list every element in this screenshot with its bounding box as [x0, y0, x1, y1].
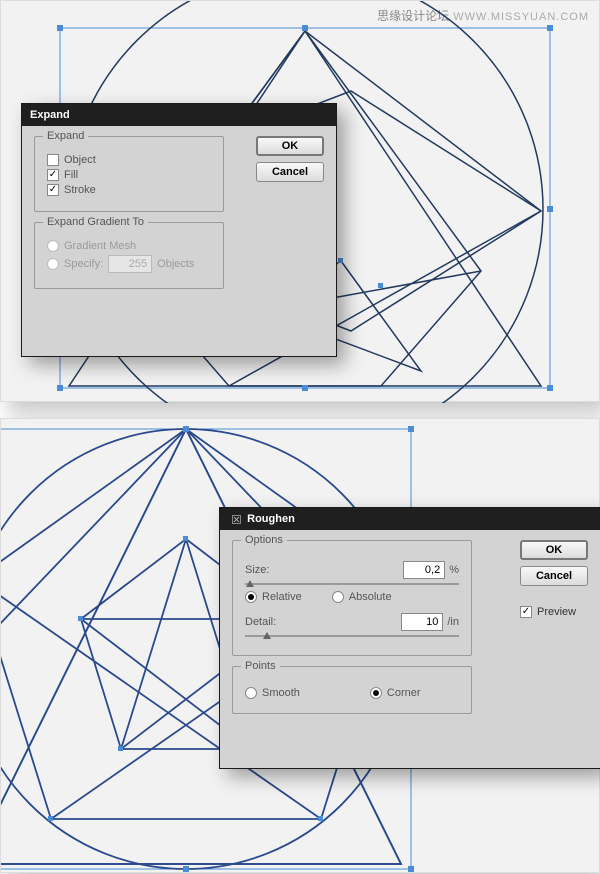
fill-checkbox[interactable]	[47, 169, 59, 181]
preview-label: Preview	[537, 606, 576, 618]
specify-row: Specify: Objects	[47, 255, 211, 273]
gradient-mesh-label: Gradient Mesh	[64, 240, 136, 252]
watermark: 思缘设计论坛 WWW.MISSYUAN.COM	[377, 7, 589, 24]
object-label: Object	[64, 154, 96, 166]
detail-label: Detail:	[245, 616, 276, 628]
corner-radio[interactable]	[370, 687, 382, 699]
specify-radio	[47, 258, 59, 270]
detail-unit: /in	[447, 616, 459, 628]
absolute-option[interactable]: Absolute	[332, 591, 392, 603]
detail-input[interactable]	[401, 613, 443, 631]
relative-option[interactable]: Relative	[245, 591, 302, 603]
gradient-mesh-radio	[47, 240, 59, 252]
smooth-radio[interactable]	[245, 687, 257, 699]
expand-gradient-legend: Expand Gradient To	[43, 216, 148, 228]
absolute-radio[interactable]	[332, 591, 344, 603]
object-row[interactable]: Object	[47, 154, 211, 166]
points-legend: Points	[241, 660, 280, 672]
roughen-title-bar[interactable]: Roughen	[220, 508, 600, 530]
size-label: Size:	[245, 564, 269, 576]
stroke-row[interactable]: Stroke	[47, 184, 211, 196]
fill-label: Fill	[64, 169, 78, 181]
expand-title-bar[interactable]: Expand	[22, 104, 336, 126]
stroke-label: Stroke	[64, 184, 96, 196]
absolute-label: Absolute	[349, 591, 392, 603]
expand-group: Expand Object Fill Stroke	[34, 136, 224, 212]
specify-unit: Objects	[157, 258, 194, 270]
watermark-cn: 思缘设计论坛	[377, 9, 449, 23]
expand-title: Expand	[30, 109, 70, 121]
options-group: Options Size: %	[232, 540, 472, 656]
size-input[interactable]	[403, 561, 445, 579]
size-slider[interactable]	[245, 583, 459, 585]
fill-row[interactable]: Fill	[47, 169, 211, 181]
preview-checkbox[interactable]	[520, 606, 532, 618]
expand-group-legend: Expand	[43, 130, 88, 142]
options-legend: Options	[241, 534, 287, 546]
gradient-mesh-row: Gradient Mesh	[47, 240, 211, 252]
watermark-en: WWW.MISSYUAN.COM	[453, 11, 589, 23]
expand-gradient-group: Expand Gradient To Gradient Mesh Specify…	[34, 222, 224, 289]
corner-label: Corner	[387, 687, 421, 699]
size-unit: %	[449, 564, 459, 576]
size-row: Size: %	[245, 561, 459, 585]
preview-row[interactable]: Preview	[520, 606, 588, 618]
roughen-ok-button[interactable]: OK	[520, 540, 588, 560]
points-group: Points Smooth Corner	[232, 666, 472, 714]
object-checkbox[interactable]	[47, 154, 59, 166]
expand-ok-button[interactable]: OK	[256, 136, 324, 156]
corner-option[interactable]: Corner	[370, 687, 421, 699]
smooth-option[interactable]: Smooth	[245, 687, 300, 699]
specify-input	[108, 255, 152, 273]
expand-dialog: Expand Expand Object Fill Stroke	[21, 103, 337, 357]
specify-label: Specify:	[64, 258, 103, 270]
roughen-cancel-button[interactable]: Cancel	[520, 566, 588, 586]
roughen-dialog: Roughen Options Size: %	[219, 507, 600, 769]
top-panel: 思缘设计论坛 WWW.MISSYUAN.COM Expand Expand	[0, 0, 600, 402]
bottom-panel: Roughen Options Size: %	[0, 418, 600, 873]
roughen-title: Roughen	[247, 513, 295, 525]
close-icon[interactable]	[232, 515, 241, 524]
smooth-label: Smooth	[262, 687, 300, 699]
relative-radio[interactable]	[245, 591, 257, 603]
expand-cancel-button[interactable]: Cancel	[256, 162, 324, 182]
relative-label: Relative	[262, 591, 302, 603]
detail-slider[interactable]	[245, 635, 459, 637]
detail-row: Detail: /in	[245, 613, 459, 637]
stroke-checkbox[interactable]	[47, 184, 59, 196]
